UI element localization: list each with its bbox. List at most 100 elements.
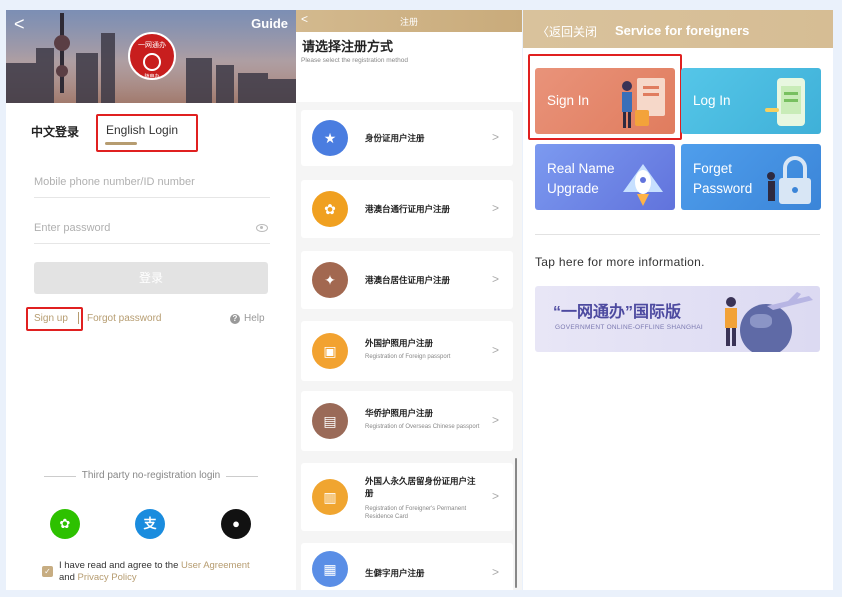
link-separator — [78, 312, 79, 324]
id-card-emblem-icon: ★ — [312, 120, 348, 156]
registration-header: < 注册 — [296, 10, 522, 32]
header-title: 注册 — [399, 17, 418, 27]
wechat-icon[interactable]: ✿ — [50, 509, 80, 539]
option-title: 港澳台通行证用户注册 — [365, 204, 451, 214]
building — [6, 63, 36, 103]
header-title: Service for foreigners — [615, 23, 750, 38]
page-subtitle: Please select the registration method — [301, 57, 408, 64]
registration-option-overseas-chinese-passport[interactable]: ▤ 华侨护照用户注册 Registration of Overseas Chin… — [301, 391, 513, 451]
chevron-right-icon: > — [491, 413, 499, 427]
back-link[interactable]: 〈返回 — [537, 23, 573, 40]
residence-permit-icon: ✦ — [312, 262, 348, 298]
bauhinia-flower-icon: ✿ — [312, 191, 348, 227]
help-icon: ? — [230, 314, 240, 324]
scrollbar[interactable] — [515, 458, 517, 588]
registration-option-id-card[interactable]: ★ 身份证用户注册 > — [301, 110, 513, 166]
option-title: 外国护照用户注册 — [365, 338, 434, 348]
help-label: Help — [244, 313, 265, 324]
logo-ring-icon — [143, 53, 161, 71]
agree-prefix: I have read and agree to the — [59, 560, 182, 571]
pearl-tower — [54, 13, 70, 93]
option-subtitle: Registration of Foreigner's Permanent Re… — [365, 506, 467, 520]
password-input[interactable] — [34, 222, 270, 234]
registration-option-rare-character[interactable]: ▦ 生僻字用户注册 > — [301, 543, 513, 590]
skyline-banner: < Guide 一网通办 随申办 — [6, 10, 296, 103]
tile-label: Log In — [693, 93, 731, 108]
international-version-banner[interactable]: “一网通办”国际版 GOVERNMENT ONLINE-OFFLINE SHAN… — [535, 286, 820, 352]
sign-up-link[interactable]: Sign up — [34, 313, 68, 324]
building — [216, 65, 234, 103]
agree-checkbox[interactable]: ✓ — [42, 566, 53, 577]
option-title: 生僻字用户注册 — [365, 568, 425, 578]
traveler-icon — [725, 297, 737, 346]
tab-chinese-login[interactable]: 中文登录 — [31, 123, 79, 140]
option-title: 身份证用户注册 — [365, 133, 425, 143]
close-link[interactable]: 关闭 — [573, 23, 597, 40]
user-agreement-link[interactable]: User Agreement — [181, 560, 250, 571]
foreigners-header: 〈返回 关闭 Service for foreigners — [523, 10, 833, 48]
alipay-icon[interactable]: 支 — [135, 509, 165, 539]
login-button[interactable]: 登录 — [34, 262, 268, 294]
logo-text: 一网通办 — [138, 42, 166, 49]
login-screen: < Guide 一网通办 随申办 中文登录 English Login 登录 S… — [6, 10, 296, 590]
person-with-luggage-icon — [622, 78, 665, 128]
option-title: 港澳台居住证用户注册 — [365, 275, 451, 285]
forgot-password-link[interactable]: Forgot password — [87, 313, 161, 324]
sign-in-tile[interactable]: Sign In — [535, 68, 675, 134]
back-arrow-icon[interactable]: < — [14, 14, 25, 35]
agree-and: and — [59, 572, 78, 583]
option-title: 华侨护照用户注册 — [365, 408, 434, 418]
building — [101, 33, 115, 103]
registration-screen: < 注册 请选择注册方式 Please select the registrat… — [296, 10, 522, 590]
rare-character-icon: ▦ — [312, 551, 348, 587]
foreign-passport-icon: ▣ — [312, 333, 348, 369]
guide-link[interactable]: Guide — [251, 16, 288, 31]
building — [36, 48, 54, 103]
help-link[interactable]: ? Help — [230, 313, 265, 324]
third-party-login-label: Third party no-registration login — [41, 470, 261, 481]
real-name-upgrade-tile[interactable]: Real Name Upgrade — [535, 144, 675, 210]
option-subtitle: Registration of Overseas Chinese passpor… — [365, 424, 480, 430]
banner-subtitle: GOVERNMENT ONLINE-OFFLINE SHANGHAI — [555, 324, 704, 331]
agreement-text: I have read and agree to the User Agreem… — [59, 560, 274, 584]
app-logo: 一网通办 随申办 — [128, 32, 176, 80]
eye-icon[interactable] — [256, 224, 268, 232]
password-field[interactable] — [34, 222, 270, 244]
privacy-policy-link[interactable]: Privacy Policy — [78, 572, 137, 583]
registration-option-hmt-residence[interactable]: ✦ 港澳台居住证用户注册 > — [301, 251, 513, 309]
tile-label: Sign In — [547, 93, 590, 108]
chevron-right-icon: > — [491, 565, 499, 579]
phone-id-field[interactable] — [34, 176, 270, 198]
highlight-box-english-login — [96, 114, 198, 152]
building — [186, 58, 212, 103]
logo-subtext: 随申办 — [144, 74, 160, 80]
tile-label-line2: Password — [693, 181, 753, 196]
airplane-icon — [767, 292, 813, 310]
building — [76, 53, 98, 103]
building — [238, 73, 268, 103]
forget-password-tile[interactable]: Forget Password — [681, 144, 821, 210]
phone-id-input[interactable] — [34, 176, 270, 188]
tile-label-line2: Upgrade — [547, 181, 599, 196]
phone-login-icon — [765, 78, 805, 126]
padlock-icon — [767, 156, 811, 204]
chevron-right-icon: > — [491, 343, 499, 357]
registration-option-hmt-pass[interactable]: ✿ 港澳台通行证用户注册 > — [301, 180, 513, 238]
option-subtitle: Registration of Foreign passport — [365, 354, 451, 360]
section-divider — [535, 234, 820, 235]
log-in-tile[interactable]: Log In — [681, 68, 821, 134]
apple-icon[interactable]: ● — [221, 509, 251, 539]
more-info-link[interactable]: Tap here for more information. — [535, 255, 705, 269]
chevron-right-icon: > — [491, 130, 499, 144]
chevron-right-icon: > — [491, 201, 499, 215]
registration-option-permanent-residence[interactable]: ▥ 外国人永久居留身份证用户注册 Registration of Foreign… — [301, 463, 513, 531]
overseas-passport-icon: ▤ — [312, 403, 348, 439]
banner-title: “一网通办”国际版 — [553, 304, 682, 321]
rocket-icon — [623, 164, 663, 206]
tile-label-line1: Forget — [693, 161, 733, 176]
permanent-residence-card-icon: ▥ — [312, 479, 348, 515]
page-title: 请选择注册方式 — [302, 39, 394, 54]
registration-option-foreign-passport[interactable]: ▣ 外国护照用户注册 Registration of Foreign passp… — [301, 321, 513, 381]
option-title: 外国人永久居留身份证用户注册 — [365, 476, 476, 498]
building — [268, 79, 296, 103]
